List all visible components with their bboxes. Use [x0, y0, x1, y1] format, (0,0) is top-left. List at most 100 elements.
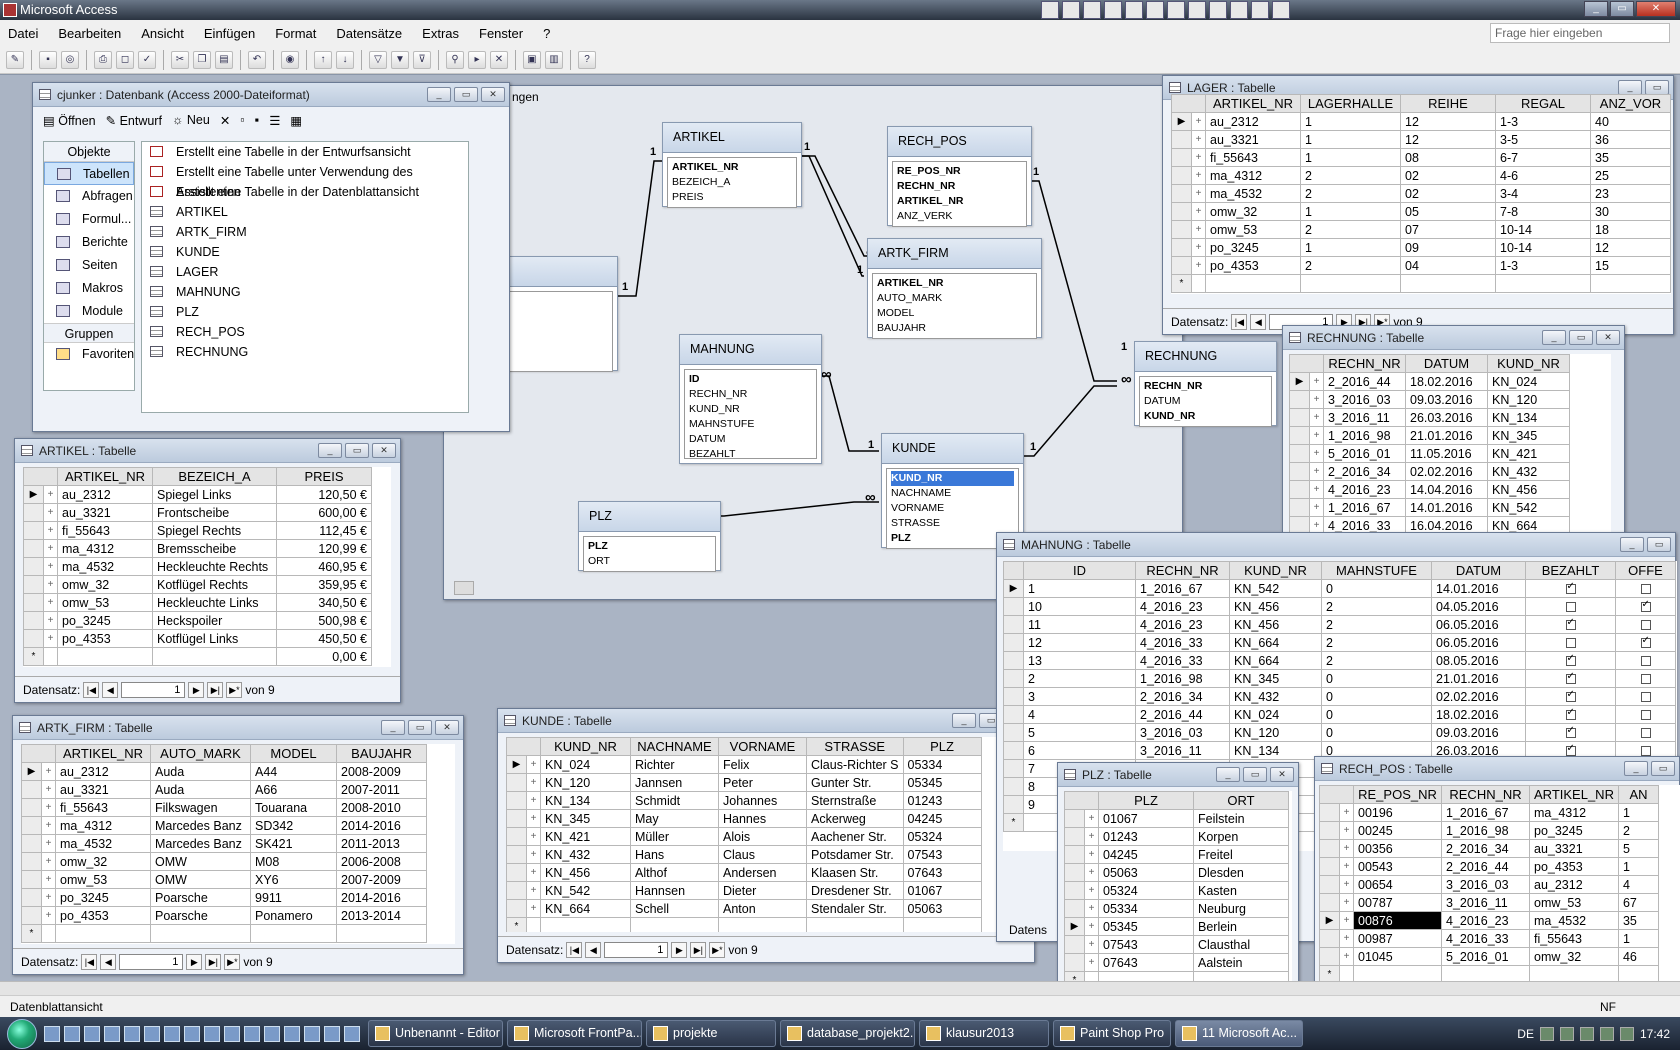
table-row[interactable]: + au_3321 Frontscheibe 600,00 €	[23, 503, 372, 522]
table-cell[interactable]	[806, 917, 904, 932]
expand-icon[interactable]: +	[1191, 112, 1206, 131]
table-cell[interactable]	[1525, 705, 1616, 724]
minimize-button[interactable]: _	[1584, 1, 1608, 17]
table-cell[interactable]: po_3245	[55, 888, 151, 907]
table-cell[interactable]: KN_432	[1229, 687, 1322, 706]
table-cell[interactable]: 2	[1023, 669, 1136, 688]
table-cell[interactable]: po_3245	[1205, 238, 1301, 257]
table-row[interactable]: + po_4353 2 04 1-3 15	[1171, 256, 1671, 275]
row-selector[interactable]	[1171, 130, 1192, 149]
table-cell[interactable]: 2008-2009	[336, 762, 427, 781]
row-selector[interactable]	[1319, 929, 1340, 948]
rel-field[interactable]: BAUJAHR	[877, 321, 1032, 336]
rel-field[interactable]: ANZ_VERK	[897, 209, 1022, 224]
table-cell[interactable]: Poarsche	[150, 888, 251, 907]
row-selector[interactable]	[23, 539, 44, 558]
row-selector[interactable]	[1319, 821, 1340, 840]
app-icon[interactable]	[1125, 1, 1143, 19]
row-selector[interactable]	[506, 881, 527, 900]
app-icon[interactable]	[1083, 1, 1101, 19]
menu-item[interactable]: Einfügen	[204, 26, 255, 41]
new-object-icon[interactable]: ▥	[545, 50, 563, 69]
rel-table-plz[interactable]: PLZ PLZ ORT	[578, 501, 721, 572]
group-favoriten[interactable]: Favoriten	[44, 343, 134, 366]
table-cell[interactable]: Sternstraße	[806, 791, 904, 810]
launch-icon[interactable]	[204, 1025, 220, 1042]
column-header[interactable]: STRASSE	[806, 737, 904, 756]
expand-icon[interactable]: +	[1339, 857, 1354, 876]
checkbox[interactable]	[1565, 637, 1576, 648]
table-cell[interactable]	[630, 917, 719, 932]
table-cell[interactable]: 2014-2016	[336, 816, 427, 835]
expand-icon[interactable]: +	[41, 888, 56, 907]
column-header[interactable]: BEZEICH_A	[152, 467, 277, 486]
table-row[interactable]: +05334 Neuburg	[1064, 899, 1289, 918]
row-selector-header[interactable]	[1003, 561, 1024, 580]
app-icon[interactable]	[1230, 1, 1248, 19]
table-row[interactable]: +07543 Clausthal	[1064, 935, 1289, 954]
table-cell[interactable]: 12	[1023, 633, 1136, 652]
table-cell[interactable]: ma_4532	[57, 557, 153, 576]
row-selector[interactable]	[23, 557, 44, 576]
table-cell[interactable]	[1400, 274, 1496, 293]
table-cell[interactable]	[1615, 723, 1676, 742]
prev-record-button[interactable]: ◀	[102, 681, 119, 698]
table-cell[interactable]	[1615, 615, 1676, 634]
table-cell[interactable]	[902, 917, 982, 932]
table-cell[interactable]: KN_432	[1487, 462, 1570, 481]
table-row[interactable]: 10 4_2016_23 KN_456 2 04.05.2016	[1003, 597, 1676, 616]
table-cell[interactable]: KN_120	[1229, 723, 1322, 742]
table-cell[interactable]: Spiegel Links	[152, 485, 277, 504]
table-row[interactable]: +00543 2_2016_44 po_4353 1	[1319, 857, 1659, 876]
object-type-item[interactable]: Tabellen	[44, 162, 134, 185]
row-selector[interactable]	[1003, 777, 1024, 796]
expand-icon[interactable]: +	[1191, 184, 1206, 203]
table-cell[interactable]: 05063	[1098, 863, 1194, 882]
row-selector[interactable]	[1319, 875, 1340, 894]
table-cell[interactable]: 18.02.2016	[1431, 705, 1526, 724]
checkbox[interactable]	[1640, 655, 1651, 666]
table-cell[interactable]: 359,95 €	[276, 575, 372, 594]
maximize-button[interactable]: ▭	[1610, 1, 1634, 17]
column-header[interactable]: RE_POS_NR	[1353, 785, 1442, 804]
table-list-item[interactable]: MAHNUNG	[142, 282, 468, 302]
start-button[interactable]	[0, 1017, 44, 1050]
table-row[interactable]: + KN_664 Schell Anton Stendaler Str. 05063	[506, 899, 982, 918]
table-cell[interactable]: au_3321	[1529, 839, 1619, 858]
app-icon[interactable]	[1272, 1, 1290, 19]
sort-ascending-icon[interactable]: ↑	[314, 50, 332, 69]
expand-icon[interactable]: +	[1309, 498, 1324, 517]
row-selector[interactable]: ▶	[23, 485, 44, 504]
table-cell[interactable]: 07643	[1098, 953, 1194, 972]
expand-icon[interactable]: +	[41, 816, 56, 835]
table-cell[interactable]: 3-4	[1495, 184, 1591, 203]
table-cell[interactable]: KN_345	[1487, 426, 1570, 445]
table-cell[interactable]: Auda	[150, 780, 251, 799]
column-header[interactable]: REIHE	[1400, 94, 1496, 113]
table-cell[interactable]: 00654	[1353, 875, 1442, 894]
expand-icon[interactable]: +	[1339, 947, 1354, 966]
table-cell[interactable]: 14.01.2016	[1405, 498, 1488, 517]
table-row[interactable]: +05063 Dlesden	[1064, 863, 1289, 882]
maximize-button[interactable]: ▭	[454, 87, 478, 102]
table-list-item[interactable]: KUNDE	[142, 242, 468, 262]
app-icon[interactable]	[1188, 1, 1206, 19]
table-cell[interactable]: Freitel	[1193, 845, 1289, 864]
rel-table-mahnung[interactable]: MAHNUNG ID RECHN_NR KUND_NR MAHNSTUFE DATUM B…	[679, 334, 822, 464]
table-row[interactable]: +00987 4_2016_33 fi_55643 1	[1319, 929, 1659, 948]
table-cell[interactable]: KN_421	[540, 827, 631, 846]
checkbox[interactable]	[1640, 599, 1651, 612]
table-cell[interactable]: 450,50 €	[276, 629, 372, 648]
table-cell[interactable]: 1	[1300, 112, 1401, 131]
table-cell[interactable]: Dieter	[718, 881, 807, 900]
table-cell[interactable]	[1525, 651, 1616, 670]
row-selector[interactable]	[1003, 597, 1024, 616]
table-cell[interactable]	[1615, 633, 1676, 652]
apply-filter-icon[interactable]: ⊽	[413, 50, 431, 69]
table-cell[interactable]: OMW	[150, 870, 251, 889]
table-cell[interactable]: Althof	[630, 863, 719, 882]
table-cell[interactable]: 0	[1321, 687, 1432, 706]
expand-icon[interactable]: +	[43, 629, 58, 648]
row-selector[interactable]	[1319, 857, 1340, 876]
checkbox[interactable]	[1565, 671, 1576, 684]
